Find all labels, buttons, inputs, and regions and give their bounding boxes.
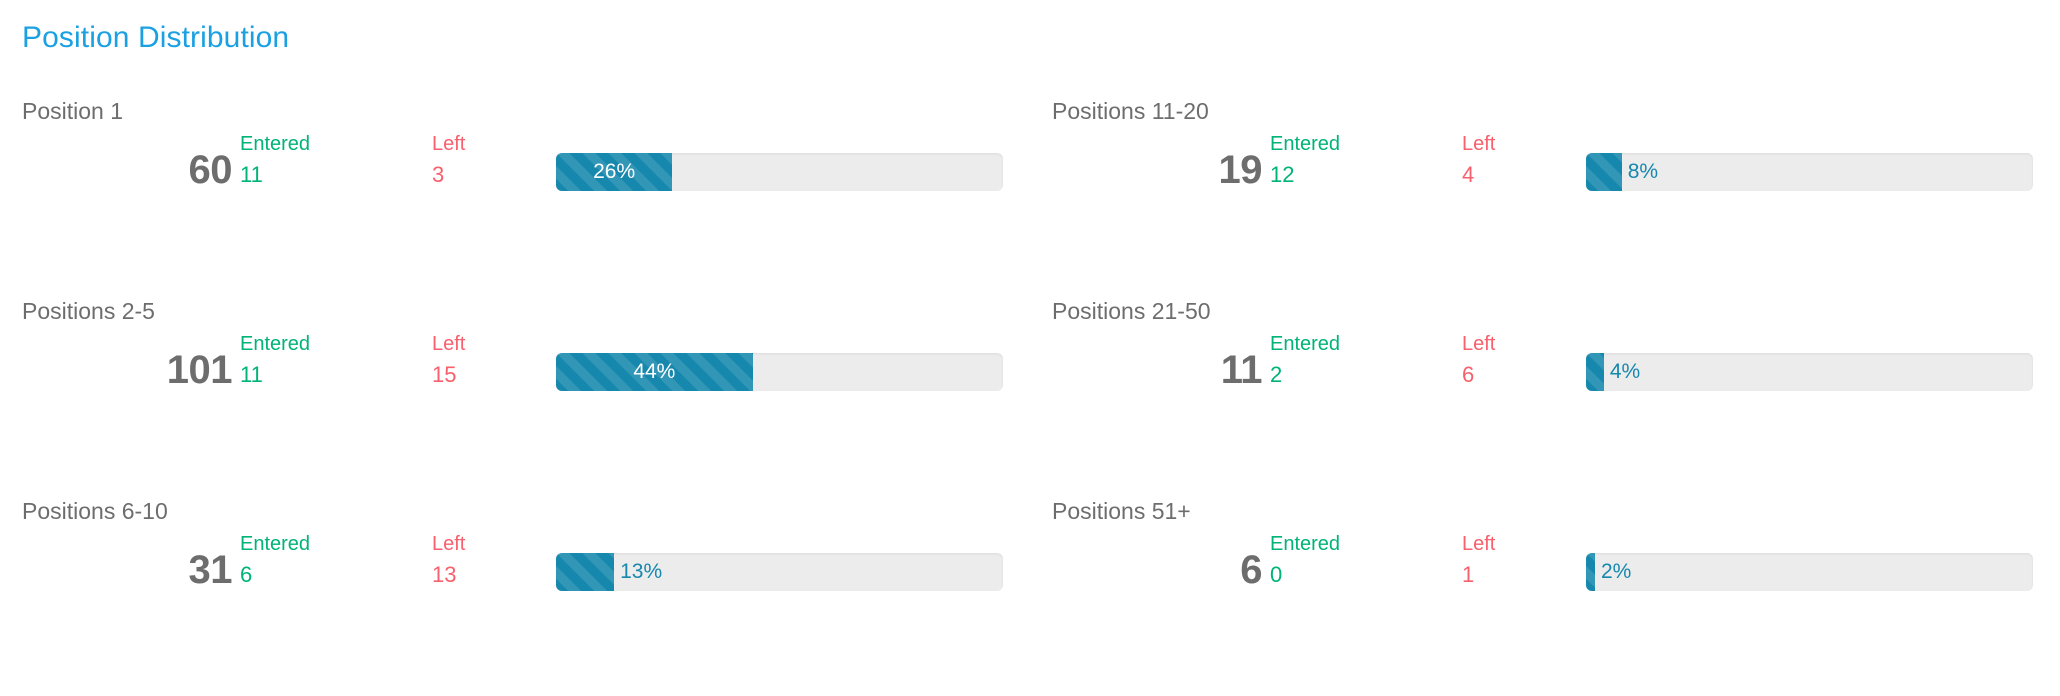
left-metric: Left 15 bbox=[432, 330, 465, 390]
progress-percent-label: 26% bbox=[593, 160, 636, 183]
progress-percent-label: 44% bbox=[633, 360, 676, 383]
total-count: 6 bbox=[1240, 548, 1262, 592]
progress-percent-label-outside: 8% bbox=[1627, 160, 1659, 183]
left-metric: Left 4 bbox=[1462, 130, 1495, 190]
entered-label: Entered bbox=[1270, 533, 1341, 555]
entered-value: 2 bbox=[1270, 362, 1283, 387]
total-count: 101 bbox=[166, 348, 233, 392]
distribution-cell: Positions 11-20 19 Entered 12 Left 4 8% … bbox=[1030, 96, 2060, 296]
progress-fill: 2% bbox=[1586, 553, 1595, 591]
left-label: Left bbox=[432, 333, 466, 355]
progress-fill: 8% bbox=[1586, 153, 1622, 191]
progress-track: 44% bbox=[556, 353, 1003, 391]
group-label: Positions 6-10 bbox=[22, 498, 168, 524]
distribution-cell: Positions 51+ 6 Entered 0 Left 1 2% 2% bbox=[1030, 496, 2060, 696]
entered-metric: Entered 11 bbox=[240, 330, 310, 390]
entered-label: Entered bbox=[240, 133, 311, 155]
metrics-group: 101 Entered 11 Left 15 bbox=[22, 330, 517, 400]
entered-value: 11 bbox=[240, 162, 263, 187]
left-label: Left bbox=[432, 533, 466, 555]
distribution-cell: Position 1 60 Entered 11 Left 3 26% bbox=[0, 96, 1030, 296]
entered-label: Entered bbox=[240, 533, 311, 555]
position-distribution-grid: Position 1 60 Entered 11 Left 3 26% Posi… bbox=[0, 96, 2060, 696]
metrics-group: 6 Entered 0 Left 1 bbox=[1052, 530, 1547, 600]
progress-percent-label-outside: 13% bbox=[620, 560, 663, 583]
entered-metric: Entered 0 bbox=[1270, 530, 1340, 590]
progress-track: 13% 13% bbox=[556, 553, 1003, 591]
entered-label: Entered bbox=[240, 333, 311, 355]
left-value: 4 bbox=[1462, 162, 1475, 187]
progress-fill: 44% bbox=[556, 353, 753, 391]
left-value: 6 bbox=[1462, 362, 1475, 387]
total-count: 19 bbox=[1218, 148, 1263, 192]
group-label: Positions 21-50 bbox=[1052, 298, 1211, 324]
progress-fill: 26% bbox=[556, 153, 673, 191]
progress-track: 8% 8% bbox=[1586, 153, 2033, 191]
left-metric: Left 1 bbox=[1462, 530, 1495, 590]
left-value: 1 bbox=[1462, 562, 1475, 587]
metrics-group: 31 Entered 6 Left 13 bbox=[22, 530, 517, 600]
left-metric: Left 13 bbox=[432, 530, 465, 590]
progress-track: 26% bbox=[556, 153, 1003, 191]
left-label: Left bbox=[1462, 333, 1496, 355]
distribution-cell: Positions 21-50 11 Entered 2 Left 6 4% 4… bbox=[1030, 296, 2060, 496]
progress-fill: 13% bbox=[556, 553, 615, 591]
total-count: 31 bbox=[188, 548, 233, 592]
position-distribution-panel: Position Distribution Position 1 60 Ente… bbox=[0, 0, 2060, 688]
left-value: 15 bbox=[432, 362, 457, 387]
progress-percent-label-outside: 4% bbox=[1609, 360, 1641, 383]
entered-metric: Entered 2 bbox=[1270, 330, 1340, 390]
progress-bar: 8% 8% bbox=[1586, 153, 2033, 191]
entered-value: 0 bbox=[1270, 562, 1283, 587]
group-label: Position 1 bbox=[22, 98, 124, 124]
left-label: Left bbox=[1462, 533, 1496, 555]
left-value: 3 bbox=[432, 162, 445, 187]
progress-bar: 4% 4% bbox=[1586, 353, 2033, 391]
entered-metric: Entered 11 bbox=[240, 130, 310, 190]
entered-value: 12 bbox=[1270, 162, 1295, 187]
progress-bar: 13% 13% bbox=[556, 553, 1003, 591]
total-count: 60 bbox=[188, 148, 233, 192]
left-metric: Left 6 bbox=[1462, 330, 1495, 390]
progress-bar: 44% bbox=[556, 353, 1003, 391]
group-label: Positions 51+ bbox=[1052, 498, 1191, 524]
page-title: Position Distribution bbox=[22, 21, 290, 54]
metrics-group: 60 Entered 11 Left 3 bbox=[22, 130, 517, 200]
left-metric: Left 3 bbox=[432, 130, 465, 190]
entered-label: Entered bbox=[1270, 333, 1341, 355]
entered-value: 11 bbox=[240, 362, 263, 387]
left-value: 13 bbox=[432, 562, 457, 587]
distribution-cell: Positions 6-10 31 Entered 6 Left 13 13% … bbox=[0, 496, 1030, 696]
entered-metric: Entered 12 bbox=[1270, 130, 1340, 190]
metrics-group: 11 Entered 2 Left 6 bbox=[1052, 330, 1547, 400]
progress-percent-label-outside: 2% bbox=[1600, 560, 1632, 583]
progress-track: 2% 2% bbox=[1586, 553, 2033, 591]
progress-track: 4% 4% bbox=[1586, 353, 2033, 391]
distribution-cell: Positions 2-5 101 Entered 11 Left 15 44% bbox=[0, 296, 1030, 496]
metrics-group: 19 Entered 12 Left 4 bbox=[1052, 130, 1547, 200]
left-label: Left bbox=[1462, 133, 1496, 155]
left-label: Left bbox=[432, 133, 466, 155]
group-label: Positions 2-5 bbox=[22, 298, 155, 324]
progress-bar: 2% 2% bbox=[1586, 553, 2033, 591]
progress-bar: 26% bbox=[556, 153, 1003, 191]
entered-label: Entered bbox=[1270, 133, 1341, 155]
group-label: Positions 11-20 bbox=[1052, 98, 1209, 124]
entered-metric: Entered 6 bbox=[240, 530, 310, 590]
total-count: 11 bbox=[1220, 348, 1263, 392]
entered-value: 6 bbox=[240, 562, 253, 587]
progress-fill: 4% bbox=[1586, 353, 1604, 391]
